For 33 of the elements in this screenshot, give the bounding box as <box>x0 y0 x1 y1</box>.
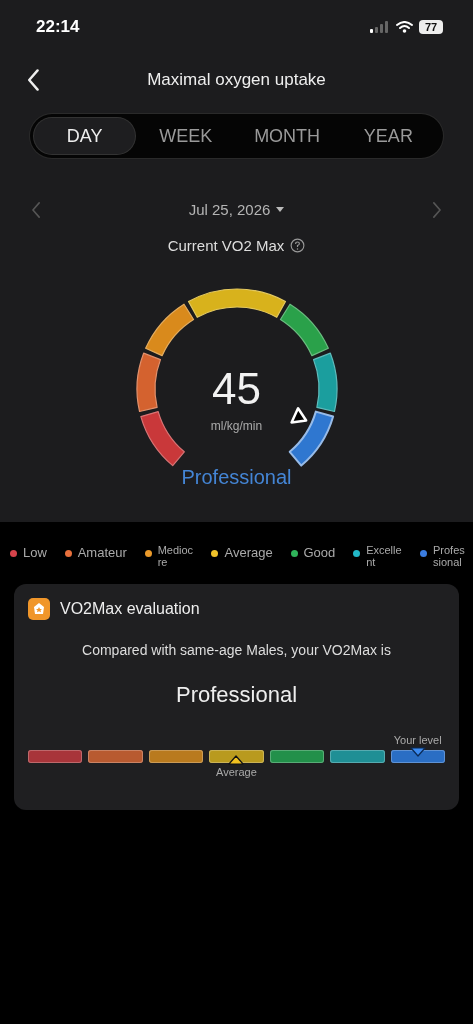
evaluation-result: Professional <box>174 682 299 709</box>
your-level-label: Your level <box>393 734 442 747</box>
badge-icon <box>28 598 50 621</box>
signal-icon <box>370 21 390 33</box>
legend-label: Average <box>224 546 273 560</box>
battery-indicator: 77 <box>419 20 443 34</box>
period-tab[interactable]: YEAR <box>337 118 439 154</box>
average-label: Average <box>216 766 257 779</box>
unit-label: ml/kg/min <box>209 419 264 433</box>
dropdown-caret-icon <box>276 207 285 212</box>
status-time: 22:14 <box>36 17 80 37</box>
legend-label: Low <box>23 546 47 560</box>
period-tab[interactable]: WEEK <box>135 118 237 154</box>
back-icon[interactable] <box>28 69 40 91</box>
vo2-value: 45 <box>211 364 262 414</box>
comparison-text: Compared with same-age Males, your VO2Max is <box>81 642 392 659</box>
legend-label: Professional <box>432 545 466 569</box>
page-title: Maximal oxygen uptake <box>147 70 326 90</box>
wifi-icon <box>396 21 413 33</box>
legend-label: Good <box>303 546 336 560</box>
date-picker[interactable]: Jul 25, 2026 <box>182 200 291 219</box>
period-tab[interactable]: MONTH <box>236 118 338 154</box>
card-title: VO2Max evaluation <box>60 600 200 619</box>
average-marker-icon <box>228 755 245 766</box>
legend-label: Amateur <box>77 546 127 560</box>
help-icon[interactable] <box>290 238 306 253</box>
rating-label: Professional <box>180 466 293 489</box>
legend-label: Excellent <box>366 545 403 569</box>
your-level-marker-icon <box>409 747 426 758</box>
legend-label: Mediocre <box>157 545 194 569</box>
current-label: Current VO2 Max <box>167 237 285 254</box>
period-tab[interactable]: DAY <box>34 118 136 154</box>
pointer-icon <box>289 407 307 424</box>
